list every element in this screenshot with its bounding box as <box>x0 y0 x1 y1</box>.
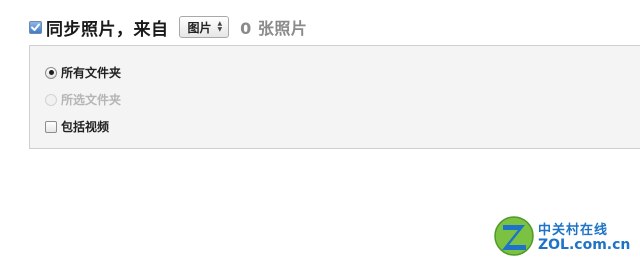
photo-count: 0 张照片 <box>240 19 308 38</box>
all-folders-label: 所有文件夹 <box>61 66 122 80</box>
checkmark-icon <box>31 23 40 31</box>
sync-header: 同步照片，来自 图片 ▲ ▼ 0 张照片 <box>29 14 307 40</box>
updown-arrows-icon: ▲ ▼ <box>217 20 223 33</box>
include-videos-option[interactable]: 包括视频 <box>45 118 109 135</box>
zol-brand-en: ZOL.com.cn <box>538 237 631 253</box>
selected-folders-radio <box>45 93 57 106</box>
zol-logo-icon <box>494 216 534 256</box>
all-folders-option[interactable]: 所有文件夹 <box>45 64 121 81</box>
selected-folders-option: 所选文件夹 <box>45 91 121 108</box>
all-folders-radio[interactable] <box>45 66 57 79</box>
zol-logo-text: 中关村在线 ZOL.com.cn <box>538 219 630 253</box>
zol-brand-cn: 中关村在线 <box>538 223 609 238</box>
photo-source-value: 图片 <box>187 20 212 35</box>
sync-photos-checkbox[interactable] <box>29 20 42 34</box>
selected-folders-label: 所选文件夹 <box>61 93 122 107</box>
include-videos-checkbox[interactable] <box>45 120 57 133</box>
sync-photos-label: 同步照片，来自 <box>46 19 169 40</box>
zol-watermark: 中关村在线 ZOL.com.cn <box>493 215 630 257</box>
radio-selected-dot <box>48 70 54 75</box>
include-videos-label: 包括视频 <box>61 120 110 134</box>
photo-source-select[interactable]: 图片 ▲ ▼ <box>178 16 230 38</box>
sync-options-panel: 所有文件夹 所选文件夹 包括视频 <box>29 45 640 149</box>
